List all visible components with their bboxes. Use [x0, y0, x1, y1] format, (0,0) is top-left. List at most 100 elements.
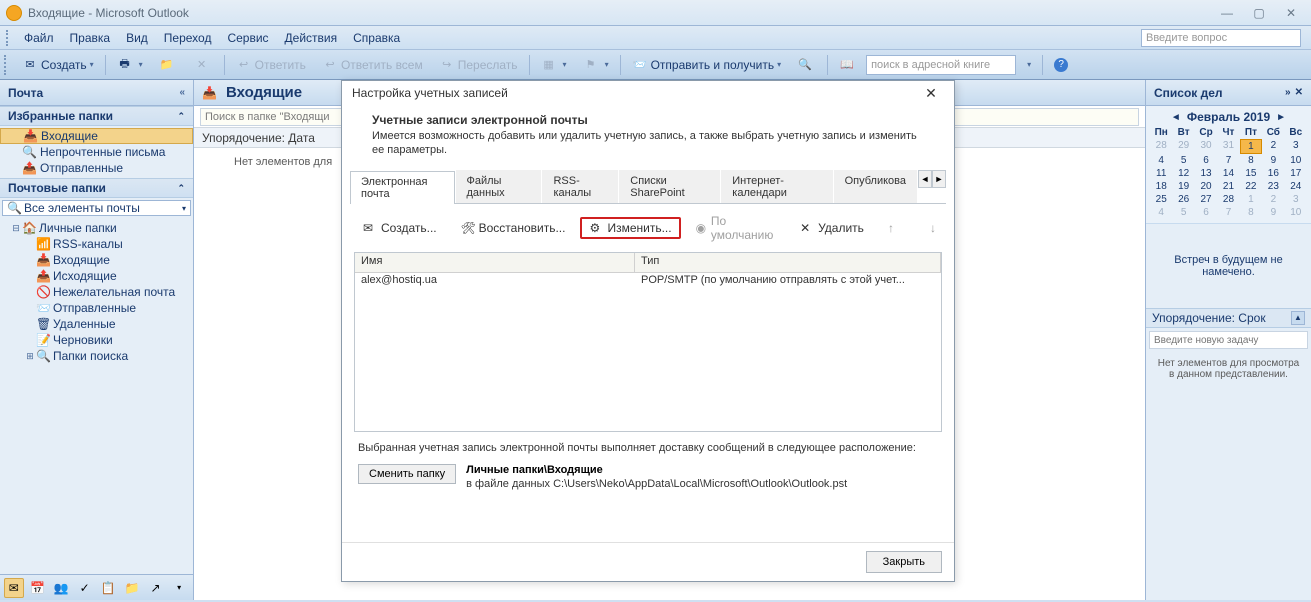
tab-rss[interactable]: RSS-каналы [542, 170, 618, 203]
new-task-input[interactable] [1149, 331, 1308, 349]
tab-published[interactable]: Опубликова [834, 170, 917, 203]
reply-all-icon: ↩ [322, 57, 338, 73]
next-month-button[interactable]: ► [1270, 112, 1292, 123]
tree-inbox[interactable]: 📥Входящие [6, 252, 193, 268]
menubar: Файл Правка Вид Переход Сервис Действия … [0, 26, 1311, 50]
sort-arrow-icon[interactable]: ▲ [1291, 311, 1305, 325]
address-book-button[interactable]: 📖 [832, 54, 865, 76]
sort-label: Упорядочение: Дата [202, 131, 315, 145]
new-button[interactable]: ✉ Создать ▾ [15, 54, 101, 76]
delete-button[interactable]: ✕ [187, 54, 220, 76]
folder-icon: 📁 [124, 581, 139, 595]
chevron-up-icon[interactable]: ⌃ [177, 111, 185, 122]
configure-buttons[interactable]: ▾ [169, 578, 189, 598]
folder-move-icon: 📁 [159, 57, 175, 73]
delivery-row: Сменить папку Личные папки\Входящие в фа… [342, 460, 954, 494]
task-sort-header[interactable]: Упорядочение: Срок ▲ [1146, 308, 1311, 328]
tree-sent[interactable]: 📨Отправленные [6, 300, 193, 316]
move-down-button[interactable]: ↓ [921, 217, 957, 239]
tree-junk[interactable]: 🚫Нежелательная почта [6, 284, 193, 300]
favorites-header[interactable]: Избранные папки ⌃ [0, 106, 193, 126]
menu-help[interactable]: Справка [345, 28, 408, 48]
followup-button[interactable]: ⚑▾ [576, 54, 616, 76]
maximize-button[interactable]: ▢ [1245, 4, 1273, 22]
tab-data-files[interactable]: Файлы данных [456, 170, 542, 203]
menu-edit[interactable]: Правка [62, 28, 119, 48]
search-dropdown[interactable]: ▾ [1017, 54, 1038, 76]
tab-email[interactable]: Электронная почта [350, 171, 455, 204]
tree-personal-folders[interactable]: ⊟🏠Личные папки [6, 220, 193, 236]
help-search-box[interactable] [1141, 29, 1301, 47]
search-folders-button[interactable]: 🔍 [790, 54, 823, 76]
set-default-button[interactable]: ◉По умолчанию [687, 210, 786, 246]
tree-search-folders[interactable]: ⊞🔍Папки поиска [6, 348, 193, 364]
calendar-grid[interactable]: ПнВтСрЧтПтСбВс28293031123456789101112131… [1150, 126, 1307, 219]
remove-account-button[interactable]: ✕Удалить [791, 217, 873, 239]
forward-button[interactable]: ↪ Переслать [432, 54, 525, 76]
inbox-icon: 📥 [36, 253, 50, 267]
menu-actions[interactable]: Действия [277, 28, 346, 48]
all-mail-items[interactable]: 🔍 Все элементы почты ▾ [2, 200, 191, 216]
help-button[interactable]: ? [1047, 54, 1078, 76]
titlebar: Входящие - Microsoft Outlook — ▢ ✕ [0, 0, 1311, 26]
minimize-button[interactable]: — [1213, 4, 1241, 22]
menu-view[interactable]: Вид [118, 28, 156, 48]
dialog-toolbar: ✉Создать... 🛠Восстановить... ⚙Изменить..… [342, 204, 954, 252]
address-search-input[interactable] [866, 55, 1016, 75]
categorize-icon: ▦ [541, 57, 557, 73]
categorize-button[interactable]: ▦▾ [534, 54, 574, 76]
collapse-nav-icon[interactable]: « [179, 87, 185, 98]
menu-go[interactable]: Переход [156, 28, 220, 48]
close-todo-icon[interactable]: ✕ [1295, 87, 1303, 98]
prev-month-button[interactable]: ◄ [1165, 112, 1187, 123]
close-window-button[interactable]: ✕ [1277, 4, 1305, 22]
tree-deleted[interactable]: 🗑Удаленные [6, 316, 193, 332]
dialog-close-button[interactable]: ✕ [918, 83, 944, 103]
tab-internet-calendars[interactable]: Интернет-календари [721, 170, 832, 203]
fav-unread[interactable]: 🔍Непрочтенные письма [0, 144, 193, 160]
tasks-empty: Нет элементов для просмотра в данном пре… [1146, 352, 1311, 386]
mail-module-button[interactable]: ✉ [4, 578, 24, 598]
tab-scroll-right[interactable]: ► [932, 170, 946, 188]
send-receive-label: Отправить и получить [651, 58, 775, 72]
fav-sent[interactable]: 📤Отправленные [0, 160, 193, 176]
change-folder-button[interactable]: Сменить папку [358, 464, 456, 484]
move-up-button[interactable]: ↑ [879, 217, 915, 239]
move-folder-button[interactable]: 📁 [152, 54, 185, 76]
tab-sharepoint[interactable]: Списки SharePoint [619, 170, 720, 203]
help-search-input[interactable] [1141, 29, 1301, 47]
menu-tools[interactable]: Сервис [219, 28, 276, 48]
notes-module-button[interactable]: 📋 [99, 578, 119, 598]
account-row[interactable]: alex@hostiq.ua POP/SMTP (по умолчанию от… [355, 273, 941, 291]
shortcuts-module-button[interactable]: ↗ [146, 578, 166, 598]
tree-rss[interactable]: 📶RSS-каналы [6, 236, 193, 252]
send-receive-button[interactable]: 📨 Отправить и получить ▾ [625, 54, 789, 76]
delete-icon: ✕ [800, 221, 814, 235]
calendar-module-button[interactable]: 📅 [28, 578, 48, 598]
dialog-close-action-button[interactable]: Закрыть [866, 551, 942, 573]
tree-outbox[interactable]: 📤Исходящие [6, 268, 193, 284]
new-label: Создать [41, 58, 87, 72]
collapse-todo-icon[interactable]: » [1285, 87, 1291, 98]
repair-account-button[interactable]: 🛠Восстановить... [452, 217, 575, 239]
appointments-empty: Встреч в будущем не намечено. [1146, 224, 1311, 308]
col-name[interactable]: Имя [355, 253, 635, 272]
fav-inbox[interactable]: 📥Входящие [0, 128, 193, 144]
chevron-up-icon[interactable]: ⌃ [177, 183, 185, 194]
repair-icon: 🛠 [461, 221, 475, 235]
content-title: Входящие [226, 84, 302, 101]
folders-module-button[interactable]: 📁 [122, 578, 142, 598]
tree-drafts[interactable]: 📝Черновики [6, 332, 193, 348]
reply-all-button[interactable]: ↩ Ответить всем [315, 54, 430, 76]
tasks-module-button[interactable]: ✓ [75, 578, 95, 598]
reply-button[interactable]: ↩ Ответить [229, 54, 313, 76]
contacts-module-button[interactable]: 👥 [51, 578, 71, 598]
mail-folders-header[interactable]: Почтовые папки ⌃ [0, 178, 193, 198]
tab-scroll-left[interactable]: ◄ [918, 170, 932, 188]
print-button[interactable]: 🖶▾ [110, 54, 150, 76]
forward-label: Переслать [458, 58, 518, 72]
col-type[interactable]: Тип [635, 253, 941, 272]
change-account-button[interactable]: ⚙Изменить... [580, 217, 680, 239]
menu-file[interactable]: Файл [16, 28, 62, 48]
new-account-button[interactable]: ✉Создать... [354, 217, 446, 239]
